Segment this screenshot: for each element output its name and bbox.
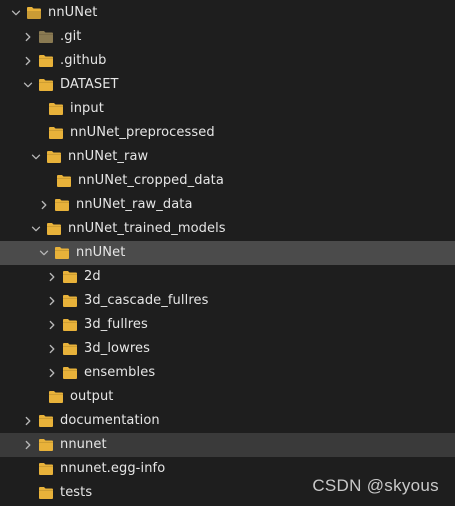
tree-row[interactable]: nnUNet_raw_data <box>0 193 455 217</box>
tree-row-label: nnUNet_raw <box>68 149 149 164</box>
tree-row[interactable]: nnUNet_trained_models <box>0 217 455 241</box>
folder-icon <box>48 102 64 116</box>
tree-row-label: nnUNet <box>48 5 98 20</box>
tree-row-label: nnunet.egg-info <box>60 461 166 476</box>
folder-icon <box>46 222 62 236</box>
tree-row[interactable]: nnUNet <box>0 241 455 265</box>
chevron-down-icon[interactable] <box>20 77 36 93</box>
tree-row[interactable]: .git <box>0 25 455 49</box>
tree-row-label: DATASET <box>60 77 119 92</box>
folder-icon <box>26 6 42 20</box>
tree-row-label: nnUNet_preprocessed <box>70 125 215 140</box>
tree-row-label: input <box>70 101 104 116</box>
folder-icon <box>38 78 54 92</box>
tree-row-label: 3d_lowres <box>84 341 150 356</box>
tree-row[interactable]: nnUNet_cropped_data <box>0 169 455 193</box>
folder-icon <box>54 198 70 212</box>
chevron-down-icon[interactable] <box>8 5 24 21</box>
tree-row-label: .github <box>60 53 107 68</box>
chevron-down-icon[interactable] <box>28 149 44 165</box>
tree-row[interactable]: nnUNet_preprocessed <box>0 121 455 145</box>
folder-icon <box>38 30 54 44</box>
chevron-right-icon[interactable] <box>20 29 36 45</box>
tree-row-label: tests <box>60 485 93 500</box>
tree-row-label: 2d <box>84 269 101 284</box>
folder-icon <box>46 150 62 164</box>
folder-icon <box>48 126 64 140</box>
chevron-right-icon[interactable] <box>44 317 60 333</box>
tree-row-label: nnUNet_raw_data <box>76 197 193 212</box>
tree-row[interactable]: documentation <box>0 409 455 433</box>
tree-row-label: 3d_fullres <box>84 317 148 332</box>
chevron-right-icon[interactable] <box>20 437 36 453</box>
folder-icon <box>38 414 54 428</box>
folder-icon <box>62 318 78 332</box>
chevron-down-icon[interactable] <box>36 245 52 261</box>
chevron-right-icon[interactable] <box>44 365 60 381</box>
tree-row[interactable]: nnUNet_raw <box>0 145 455 169</box>
folder-icon <box>54 246 70 260</box>
chevron-right-icon[interactable] <box>20 413 36 429</box>
tree-row[interactable]: 2d <box>0 265 455 289</box>
tree-row[interactable]: 3d_fullres <box>0 313 455 337</box>
tree-row[interactable]: DATASET <box>0 73 455 97</box>
folder-icon <box>38 486 54 500</box>
tree-row[interactable]: ensembles <box>0 361 455 385</box>
tree-row[interactable]: .github <box>0 49 455 73</box>
tree-row[interactable]: output <box>0 385 455 409</box>
tree-row-label: ensembles <box>84 365 156 380</box>
tree-row[interactable]: nnunet <box>0 433 455 457</box>
tree-row[interactable]: 3d_cascade_fullres <box>0 289 455 313</box>
folder-icon <box>38 438 54 452</box>
folder-icon <box>62 270 78 284</box>
tree-row-label: nnUNet_cropped_data <box>78 173 224 188</box>
tree-row[interactable]: input <box>0 97 455 121</box>
tree-row-label: documentation <box>60 413 160 428</box>
tree-row-label: nnunet <box>60 437 107 452</box>
chevron-right-icon[interactable] <box>20 53 36 69</box>
tree-row-label: nnUNet <box>76 245 126 260</box>
chevron-right-icon[interactable] <box>44 341 60 357</box>
tree-row-label: output <box>70 389 114 404</box>
watermark: CSDN @skyous <box>312 476 439 495</box>
chevron-right-icon[interactable] <box>36 197 52 213</box>
folder-icon <box>62 342 78 356</box>
file-tree: nnUNet .git .github DATASET input nnUNet… <box>0 0 455 506</box>
tree-row[interactable]: nnUNet <box>0 1 455 25</box>
folder-icon <box>56 174 72 188</box>
chevron-down-icon[interactable] <box>28 221 44 237</box>
tree-row-label: nnUNet_trained_models <box>68 221 226 236</box>
folder-icon <box>48 390 64 404</box>
folder-icon <box>62 366 78 380</box>
folder-icon <box>38 54 54 68</box>
tree-row-label: 3d_cascade_fullres <box>84 293 209 308</box>
tree-row-label: .git <box>60 29 82 44</box>
folder-icon <box>38 462 54 476</box>
tree-row[interactable]: 3d_lowres <box>0 337 455 361</box>
folder-icon <box>62 294 78 308</box>
chevron-right-icon[interactable] <box>44 293 60 309</box>
chevron-right-icon[interactable] <box>44 269 60 285</box>
